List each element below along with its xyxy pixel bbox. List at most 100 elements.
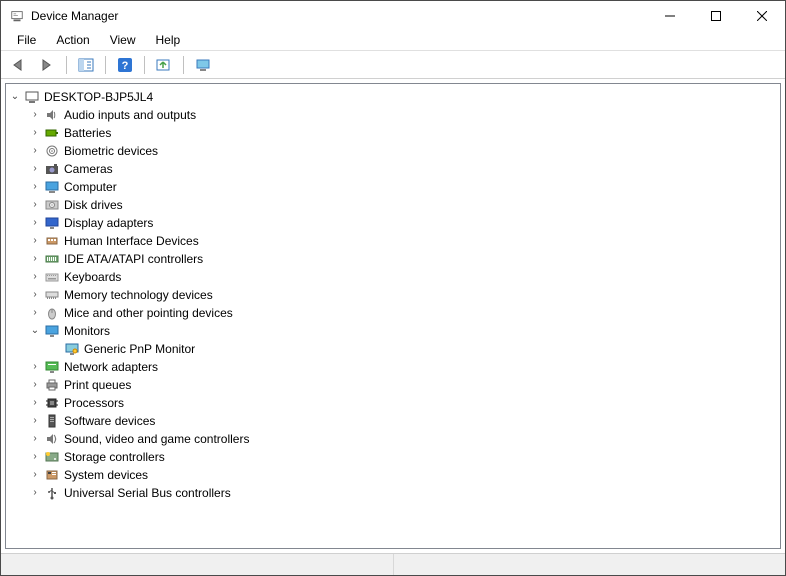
statusbar xyxy=(1,553,785,575)
expand-icon[interactable]: › xyxy=(28,304,42,322)
camera-icon xyxy=(44,161,60,177)
toolbar-separator xyxy=(144,56,145,74)
device-tree: ⌄ DESKTOP-BJP5JL4 ›Audio inputs and outp… xyxy=(8,88,778,502)
show-hide-tree-button[interactable] xyxy=(74,54,98,76)
system-icon xyxy=(44,467,60,483)
tree-category-label: Computer xyxy=(64,178,117,196)
tree-category-label: System devices xyxy=(64,466,148,484)
software-icon xyxy=(44,413,60,429)
toolbar-separator xyxy=(183,56,184,74)
tree-category[interactable]: ›Display adapters xyxy=(28,214,778,232)
monitor-toolbar-button[interactable] xyxy=(191,54,215,76)
tree-category[interactable]: › Print queues xyxy=(28,376,778,394)
expand-icon[interactable]: › xyxy=(28,196,42,214)
tree-category[interactable]: › Mice and other pointing devices xyxy=(28,304,778,322)
expand-icon[interactable]: › xyxy=(28,160,42,178)
tree-category[interactable]: ›Sound, video and game controllers xyxy=(28,430,778,448)
expand-icon[interactable]: › xyxy=(28,448,42,466)
tree-device-label: Generic PnP Monitor xyxy=(84,340,195,358)
scan-hardware-button[interactable] xyxy=(152,54,176,76)
toolbar: ? xyxy=(1,51,785,79)
toolbar-separator xyxy=(105,56,106,74)
device-tree-panel[interactable]: ⌄ DESKTOP-BJP5JL4 ›Audio inputs and outp… xyxy=(5,83,781,549)
sound-icon xyxy=(44,431,60,447)
tree-category[interactable]: › System devices xyxy=(28,466,778,484)
collapse-icon[interactable]: ⌄ xyxy=(8,88,22,106)
expand-icon[interactable]: › xyxy=(28,178,42,196)
expand-icon[interactable]: › xyxy=(28,484,42,502)
mouse-icon xyxy=(44,305,60,321)
expand-icon[interactable]: › xyxy=(28,124,42,142)
menu-action[interactable]: Action xyxy=(46,31,99,50)
tree-root[interactable]: ⌄ DESKTOP-BJP5JL4 xyxy=(8,88,778,106)
back-button[interactable] xyxy=(7,54,31,76)
expand-icon[interactable]: › xyxy=(28,430,42,448)
monitor-device-icon xyxy=(64,341,80,357)
status-cell xyxy=(1,554,394,575)
tree-category[interactable]: › Biometric devices xyxy=(28,142,778,160)
tree-category[interactable]: ›Audio inputs and outputs xyxy=(28,106,778,124)
tree-category-label: Print queues xyxy=(64,376,131,394)
maximize-button[interactable] xyxy=(693,1,739,31)
cpu-icon xyxy=(44,395,60,411)
tree-category[interactable]: › Network adapters xyxy=(28,358,778,376)
expand-icon[interactable]: › xyxy=(28,214,42,232)
titlebar: Device Manager xyxy=(1,1,785,31)
expand-icon[interactable]: › xyxy=(28,286,42,304)
tree-category-label: Monitors xyxy=(64,322,110,340)
tree-category[interactable]: › Computer xyxy=(28,178,778,196)
tree-category[interactable]: › Memory technology devices xyxy=(28,286,778,304)
help-button[interactable]: ? xyxy=(113,54,137,76)
tree-category-label: Biometric devices xyxy=(64,142,158,160)
tree-category[interactable]: › IDE ATA/ATAPI controllers xyxy=(28,250,778,268)
collapse-icon[interactable]: ⌄ xyxy=(28,322,42,340)
tree-category[interactable]: ⌄ Monitors xyxy=(28,322,778,340)
tree-category-label: Mice and other pointing devices xyxy=(64,304,233,322)
tree-category[interactable]: ›Human Interface Devices xyxy=(28,232,778,250)
expand-icon[interactable]: › xyxy=(28,106,42,124)
menu-help[interactable]: Help xyxy=(146,31,191,50)
disk-icon xyxy=(44,197,60,213)
close-button[interactable] xyxy=(739,1,785,31)
menu-file[interactable]: File xyxy=(7,31,46,50)
tree-category-label: Disk drives xyxy=(64,196,123,214)
tree-category-label: IDE ATA/ATAPI controllers xyxy=(64,250,203,268)
device-manager-window: Device Manager File Action View Help ? xyxy=(0,0,786,576)
biometric-icon xyxy=(44,143,60,159)
minimize-button[interactable] xyxy=(647,1,693,31)
expand-icon[interactable]: › xyxy=(28,250,42,268)
audio-icon xyxy=(44,107,60,123)
tree-category-label: Network adapters xyxy=(64,358,158,376)
expand-icon[interactable]: › xyxy=(28,394,42,412)
expand-icon[interactable]: › xyxy=(28,412,42,430)
expand-icon[interactable]: › xyxy=(28,466,42,484)
expand-icon[interactable]: › xyxy=(28,142,42,160)
tree-category[interactable]: ›Storage controllers xyxy=(28,448,778,466)
expand-icon[interactable]: › xyxy=(28,358,42,376)
computer-icon xyxy=(24,89,40,105)
ide-icon xyxy=(44,251,60,267)
tree-category-label: Cameras xyxy=(64,160,113,178)
menu-view[interactable]: View xyxy=(100,31,146,50)
storage-icon xyxy=(44,449,60,465)
tree-category[interactable]: › Cameras xyxy=(28,160,778,178)
tree-category-label: Memory technology devices xyxy=(64,286,213,304)
display-icon xyxy=(44,215,60,231)
tree-category[interactable]: › Keyboards xyxy=(28,268,778,286)
tree-root-label: DESKTOP-BJP5JL4 xyxy=(44,88,153,106)
expand-icon[interactable]: › xyxy=(28,232,42,250)
tree-category[interactable]: › Universal Serial Bus controllers xyxy=(28,484,778,502)
tree-category-label: Universal Serial Bus controllers xyxy=(64,484,231,502)
monitor-icon xyxy=(44,323,60,339)
tree-category[interactable]: ›Software devices xyxy=(28,412,778,430)
tree-category[interactable]: › Disk drives xyxy=(28,196,778,214)
app-icon xyxy=(9,8,25,24)
tree-category-label: Keyboards xyxy=(64,268,121,286)
tree-category[interactable]: ›Batteries xyxy=(28,124,778,142)
forward-button[interactable] xyxy=(35,54,59,76)
tree-category[interactable]: ›Processors xyxy=(28,394,778,412)
expand-icon[interactable]: › xyxy=(28,268,42,286)
memory-icon xyxy=(44,287,60,303)
expand-icon[interactable]: › xyxy=(28,376,42,394)
tree-device[interactable]: Generic PnP Monitor xyxy=(48,340,778,358)
